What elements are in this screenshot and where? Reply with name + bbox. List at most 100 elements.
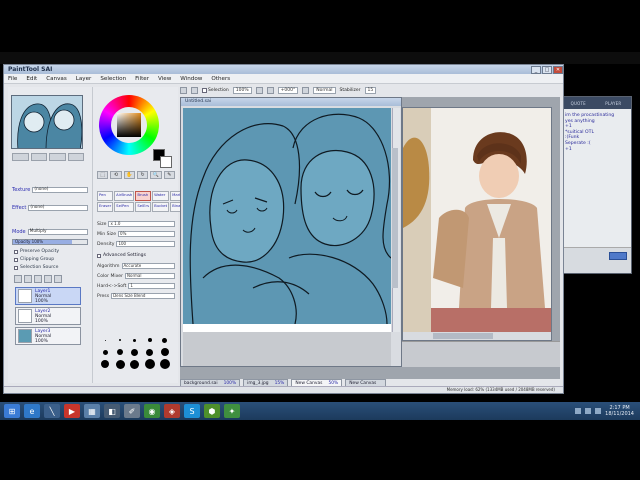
layer-item[interactable]: Layer2 Normal 100% xyxy=(15,307,81,325)
layer-item[interactable]: Layer1 Normal 100% xyxy=(15,287,81,305)
menu-view[interactable]: View xyxy=(158,76,171,82)
nav-rotate[interactable] xyxy=(67,153,84,161)
size-preset[interactable] xyxy=(99,347,112,357)
lasso-icon[interactable]: ⟲ xyxy=(110,171,122,179)
clock[interactable]: 2:17 PM 18/11/2014 xyxy=(605,405,634,417)
select-icon[interactable]: ⬚ xyxy=(97,171,109,179)
app-icon[interactable]: ◧ xyxy=(104,404,120,418)
size-preset[interactable] xyxy=(114,347,127,357)
pen-icon[interactable]: ╲ xyxy=(44,404,60,418)
game-icon[interactable]: ◈ xyxy=(164,404,180,418)
skype-icon[interactable]: S xyxy=(184,404,200,418)
layer-item[interactable]: Layer3 Normal 100% xyxy=(15,327,81,345)
other-icon[interactable]: ✦ xyxy=(224,404,240,418)
clear-icon[interactable] xyxy=(44,275,52,283)
brush-eraser[interactable]: Eraser xyxy=(97,202,114,212)
close-button[interactable]: ✕ xyxy=(553,65,563,74)
advanced-settings-toggle[interactable]: Advanced Settings xyxy=(97,253,175,258)
new-layer-icon[interactable] xyxy=(14,275,22,283)
eyedropper-icon[interactable]: ✎ xyxy=(163,171,175,179)
chat-input-area[interactable] xyxy=(561,247,631,273)
ie-icon[interactable]: e xyxy=(24,404,40,418)
brush-selers[interactable]: SelErs xyxy=(135,202,152,212)
minimize-button[interactable]: _ xyxy=(531,65,541,74)
min-size-field[interactable]: 0% xyxy=(118,231,175,237)
chat-window[interactable]: QUOTE PLAYER im the procastinating yes a… xyxy=(560,96,632,274)
size-preset[interactable] xyxy=(99,335,112,345)
drawing-canvas[interactable] xyxy=(183,108,391,324)
size-preset[interactable] xyxy=(158,347,171,357)
nav-zoom-out[interactable] xyxy=(30,153,47,161)
clipping-group-checkbox[interactable]: Clipping Group xyxy=(14,257,54,262)
size-preset[interactable] xyxy=(99,359,112,369)
brush-water[interactable]: Water xyxy=(152,191,170,201)
network-icon[interactable] xyxy=(575,408,582,414)
color-wheel[interactable] xyxy=(99,95,159,155)
maximize-button[interactable]: □ xyxy=(542,65,552,74)
brush-pen[interactable]: Pen xyxy=(97,191,114,201)
size-preset[interactable] xyxy=(158,359,171,369)
brush-bucket[interactable]: Bucket xyxy=(152,202,170,212)
nav-zoom-in[interactable] xyxy=(12,153,29,161)
size-preset[interactable] xyxy=(158,335,171,345)
flag-icon[interactable] xyxy=(595,408,602,414)
send-button[interactable] xyxy=(609,252,627,260)
effect-select[interactable]: (none) xyxy=(28,205,88,211)
hardness-slider[interactable]: 1 xyxy=(128,283,175,289)
menu-filter[interactable]: Filter xyxy=(135,76,149,82)
selection-toggle[interactable]: Selection xyxy=(202,87,229,93)
rotate-icon[interactable] xyxy=(302,86,310,94)
redo-icon[interactable] xyxy=(191,86,198,94)
delete-layer-icon[interactable] xyxy=(54,275,62,283)
android-icon[interactable]: ⬢ xyxy=(204,404,220,418)
brush-selpen[interactable]: SelPen xyxy=(114,202,135,212)
menu-selection[interactable]: Selection xyxy=(100,76,126,82)
size-field[interactable]: x 1.0 xyxy=(108,221,175,227)
pressure-options[interactable]: Dens Size Blend xyxy=(111,293,175,299)
nav-reset[interactable] xyxy=(49,153,66,161)
opacity-slider[interactable]: Opacity 100% xyxy=(12,239,88,245)
selection-source-checkbox[interactable]: Selection Source xyxy=(14,265,58,270)
size-preset[interactable] xyxy=(143,359,156,369)
density-field[interactable]: 100 xyxy=(116,241,175,247)
menu-edit[interactable]: Edit xyxy=(26,76,37,82)
zoom-field[interactable]: 100% xyxy=(232,86,252,94)
size-preset[interactable] xyxy=(143,335,156,345)
texture-select[interactable]: (none) xyxy=(32,187,88,193)
stabilizer-select[interactable]: 15 xyxy=(364,86,377,94)
size-preset[interactable] xyxy=(129,347,142,357)
preserve-opacity-checkbox[interactable]: Preserve Opacity xyxy=(14,249,59,254)
media-icon[interactable]: ▶ xyxy=(64,404,80,418)
mode-select[interactable]: Normal xyxy=(313,86,336,94)
color-mixer-select[interactable]: Normal xyxy=(125,273,175,279)
scroll-thumb[interactable] xyxy=(392,148,398,288)
sai-icon[interactable]: ✐ xyxy=(124,404,140,418)
undo-icon[interactable] xyxy=(180,86,187,94)
chat-tab-player[interactable]: PLAYER xyxy=(605,101,621,106)
angle-field[interactable]: +000° xyxy=(277,86,299,94)
color-square[interactable] xyxy=(117,113,141,137)
start-icon[interactable]: ⊞ xyxy=(4,404,20,418)
background-color[interactable] xyxy=(160,156,172,168)
new-folder-icon[interactable] xyxy=(24,275,32,283)
brush-airbrush[interactable]: AirBrush xyxy=(114,191,135,201)
navigator-preview[interactable] xyxy=(11,95,83,149)
blend-mode-select[interactable]: Multiply xyxy=(27,229,88,235)
merge-icon[interactable] xyxy=(34,275,42,283)
zoom-icon[interactable]: 🔍 xyxy=(150,171,162,179)
menu-others[interactable]: Others xyxy=(211,76,230,82)
size-preset[interactable] xyxy=(114,335,127,345)
volume-icon[interactable] xyxy=(585,408,592,414)
hand-icon[interactable]: ✋ xyxy=(123,171,135,179)
vertical-scrollbar[interactable] xyxy=(392,108,400,332)
menu-window[interactable]: Window xyxy=(180,76,202,82)
reference-window[interactable] xyxy=(402,107,552,341)
horizontal-scrollbar[interactable] xyxy=(403,332,551,340)
zoom-in-icon[interactable] xyxy=(266,86,274,94)
rotate-icon[interactable]: ↻ xyxy=(136,171,149,179)
chat-tab-quote[interactable]: QUOTE xyxy=(571,101,586,106)
algorithm-select[interactable]: Accurate xyxy=(121,263,175,269)
menu-file[interactable]: File xyxy=(8,76,17,82)
brush-brush[interactable]: Brush xyxy=(135,191,152,201)
chrome-icon[interactable]: ◉ xyxy=(144,404,160,418)
